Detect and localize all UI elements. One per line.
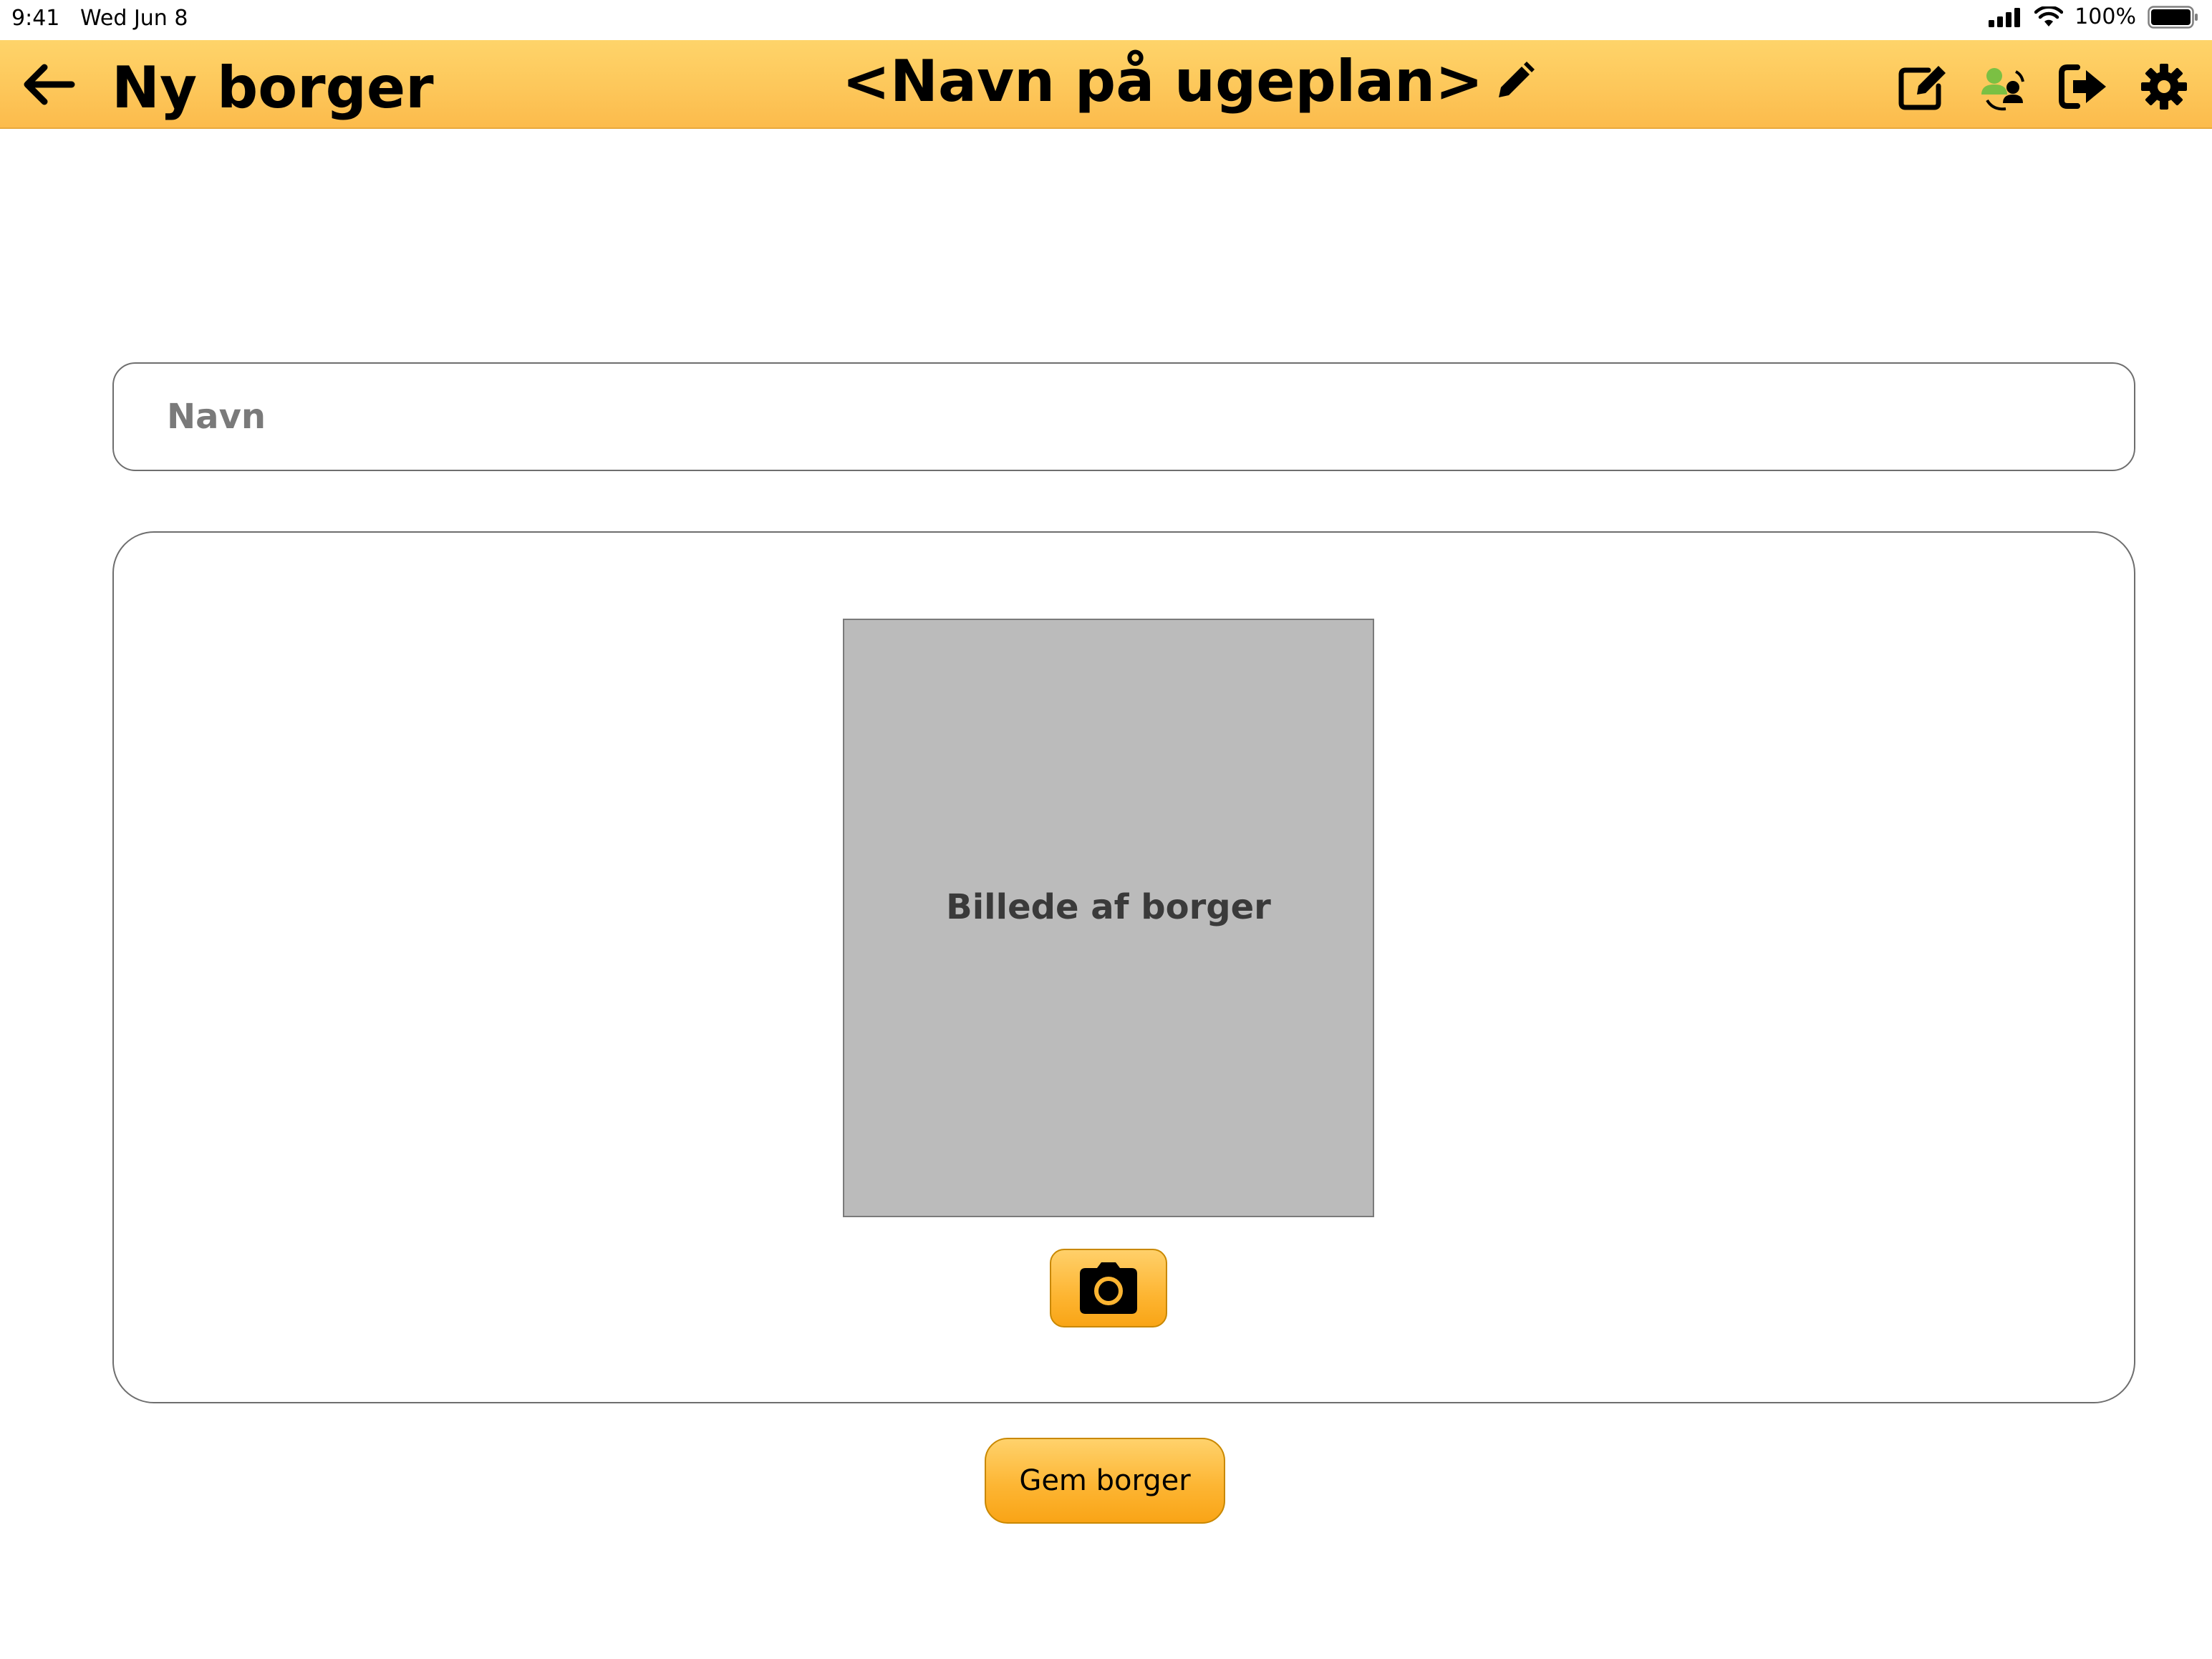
camera-icon	[1080, 1262, 1137, 1314]
status-time: 9:41	[11, 6, 60, 31]
header-actions	[1897, 62, 2191, 112]
cellular-signal-icon	[1989, 7, 2021, 27]
weekplan-title: <Navn på ugeplan>	[842, 48, 1484, 115]
citizen-picture-placeholder: Billede af borger	[843, 619, 1374, 1217]
picture-label: Billede af borger	[946, 887, 1271, 927]
page-title: Ny borger	[112, 54, 434, 121]
status-indicators: 100%	[1989, 4, 2199, 29]
app-header: Ny borger <Navn på ugeplan>	[0, 40, 2212, 129]
name-input[interactable]	[112, 362, 2135, 471]
battery-icon	[2148, 5, 2198, 29]
status-date: Wed Jun 8	[80, 6, 188, 31]
arrow-left-icon[interactable]	[20, 62, 77, 107]
save-citizen-button[interactable]: Gem borger	[985, 1438, 1225, 1524]
status-bar: 9:41 Wed Jun 8 100%	[0, 0, 2212, 40]
edit-mode-icon[interactable]	[1897, 62, 1950, 112]
wifi-icon	[2034, 6, 2064, 26]
switch-citizen-icon[interactable]	[1977, 62, 2030, 112]
logout-icon[interactable]	[2057, 62, 2110, 112]
battery-percent: 100%	[2075, 4, 2136, 29]
gear-icon[interactable]	[2138, 62, 2191, 112]
new-citizen-screen: 9:41 Wed Jun 8 100% Ny borger <Navn på u…	[0, 0, 2212, 1659]
picture-panel: Billede af borger	[112, 531, 2135, 1403]
weekplan-title-edit[interactable]: <Navn på ugeplan>	[842, 46, 1536, 117]
pencil-icon[interactable]	[1493, 60, 1536, 103]
take-picture-button[interactable]	[1050, 1249, 1167, 1327]
